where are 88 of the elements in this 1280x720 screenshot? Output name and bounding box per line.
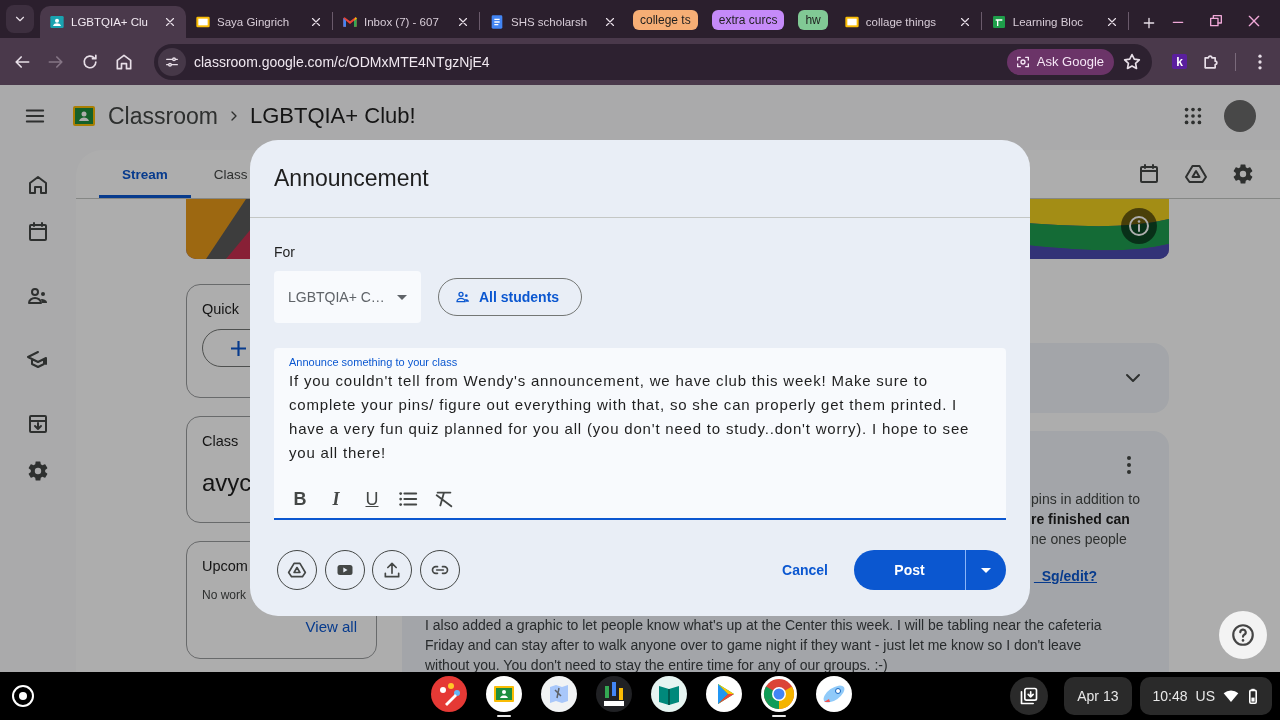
- close-icon[interactable]: [456, 15, 470, 29]
- italic-button[interactable]: I: [325, 488, 347, 510]
- calendar-icon[interactable]: [26, 220, 50, 244]
- palette-app-icon[interactable]: [431, 675, 467, 712]
- post-button[interactable]: Post: [854, 550, 965, 590]
- tote-button[interactable]: [1010, 677, 1049, 715]
- class-dropdown[interactable]: LGBTQIA+ C…: [274, 271, 421, 323]
- date-button[interactable]: Apr 13: [1064, 677, 1132, 715]
- slides-icon: [843, 14, 860, 30]
- dropdown-arrow-icon: [981, 565, 991, 575]
- info-icon: [1127, 214, 1151, 238]
- tab-group-chip[interactable]: college ts: [633, 10, 698, 30]
- map-app-icon[interactable]: [541, 675, 577, 712]
- post-text: I also added a graphic to let people know what's up at the Center this week. I will be tabling near the cafeteria Friday and can stay after to walk anyone over to game night if they want - just let me know so I don't leave without you. You don't need to stay the entire time for any of our groups. :-): [425, 616, 1103, 672]
- clock-text: 10:48: [1152, 688, 1188, 704]
- underline-button[interactable]: U: [361, 488, 383, 510]
- for-label: For: [274, 243, 296, 262]
- book-app-icon[interactable]: [651, 675, 687, 712]
- play-store-app-icon[interactable]: [706, 675, 742, 712]
- bold-button[interactable]: B: [289, 488, 311, 510]
- post-text: re finished can: [1031, 510, 1131, 529]
- wifi-icon: [1223, 688, 1239, 704]
- upcoming-text: No work: [202, 588, 246, 602]
- close-icon[interactable]: [163, 15, 177, 29]
- tab-group-chip[interactable]: extra curcs: [711, 10, 785, 30]
- browser-tab[interactable]: collage things: [834, 6, 981, 38]
- slides-icon: [195, 14, 211, 30]
- view-all-link[interactable]: View all: [202, 618, 361, 635]
- card-title: Upcom: [202, 558, 248, 574]
- running-indicator: [772, 714, 786, 717]
- class-title: LGBTQIA+ Club!: [249, 103, 416, 129]
- url-text[interactable]: classroom.google.com/c/ODMxMTE4NTgzNjE4: [194, 53, 999, 70]
- browser-tab[interactable]: Learning Bloc: [981, 6, 1128, 38]
- restore-icon[interactable]: [1208, 13, 1224, 29]
- bar-chart-app-icon[interactable]: [596, 675, 632, 712]
- dropdown-arrow-icon: [397, 292, 407, 302]
- dialog-title: Announcement: [250, 140, 1030, 218]
- people-icon: [455, 289, 471, 305]
- browser-tab[interactable]: Inbox (7) - 607: [333, 6, 479, 38]
- announcement-field[interactable]: [274, 348, 1006, 520]
- home-icon[interactable]: [26, 173, 50, 197]
- spreadsheet-icon: [990, 14, 1007, 30]
- chrome-app-icon[interactable]: [761, 675, 797, 712]
- card-title: Class: [202, 433, 239, 449]
- launcher-button[interactable]: [12, 685, 34, 707]
- card-title: Quick: [202, 301, 240, 317]
- archive-icon[interactable]: [26, 412, 50, 436]
- locale-text: US: [1195, 688, 1215, 704]
- browser-tab[interactable]: LGBTQIA+ Clu: [40, 6, 186, 38]
- mail-icon: [342, 14, 358, 30]
- star-icon[interactable]: [1122, 51, 1142, 72]
- tab-group-chip[interactable]: hw: [798, 10, 828, 30]
- avatar[interactable]: [1224, 100, 1256, 132]
- cancel-button[interactable]: Cancel: [766, 552, 844, 588]
- close-icon[interactable]: [309, 15, 323, 29]
- post-text: ne ones people: [1031, 530, 1128, 549]
- browser-tab[interactable]: Saya Gingrich: [186, 6, 332, 38]
- settings-icon[interactable]: [26, 459, 50, 483]
- field-label: Announce something to your class: [289, 356, 459, 369]
- apps-icon[interactable]: [1182, 105, 1204, 127]
- browser-tab[interactable]: SHS scholarsh: [480, 6, 626, 38]
- drive-icon: [287, 560, 307, 580]
- help-icon: [1230, 622, 1256, 648]
- post-options-button[interactable]: [965, 550, 1006, 590]
- close-icon[interactable]: [603, 15, 617, 29]
- app-title[interactable]: Classroom: [108, 102, 218, 130]
- drive-icon[interactable]: [1184, 162, 1208, 186]
- download-tray-icon: [1019, 686, 1040, 706]
- ask-google-button[interactable]: Ask Google: [1006, 48, 1114, 75]
- extension-icon[interactable]: k: [1172, 54, 1187, 69]
- classroom-icon: [49, 14, 65, 30]
- calendar-icon[interactable]: [1137, 162, 1161, 186]
- post-text: pins in addition to: [1031, 490, 1141, 509]
- running-indicator: [497, 714, 511, 717]
- classroom-logo-icon[interactable]: [72, 104, 96, 128]
- announcement-text[interactable]: If you couldn't tell from Wendy's announcement, we have club this week! Make sure to complete your pins/ figure out everything with that, so she can properly get them printed. I have a very fun quiz planned for you all (you don't need to study..don't worry). I hope to see you all there!: [289, 369, 979, 465]
- class-code: avyc: [202, 469, 252, 497]
- classroom-app-icon[interactable]: [486, 675, 522, 712]
- close-icon[interactable]: [1246, 13, 1262, 29]
- post-link[interactable]: _Sg/edit?: [1034, 568, 1097, 584]
- status-area[interactable]: 10:48 US: [1139, 677, 1272, 715]
- battery-icon: [1247, 688, 1259, 704]
- settings-icon[interactable]: [1231, 162, 1255, 186]
- plus-icon: [231, 340, 246, 356]
- document-icon: [489, 14, 505, 30]
- upload-icon: [382, 560, 402, 580]
- class-tab[interactable]: Stream: [99, 150, 191, 198]
- rocket-app-icon[interactable]: [816, 675, 852, 712]
